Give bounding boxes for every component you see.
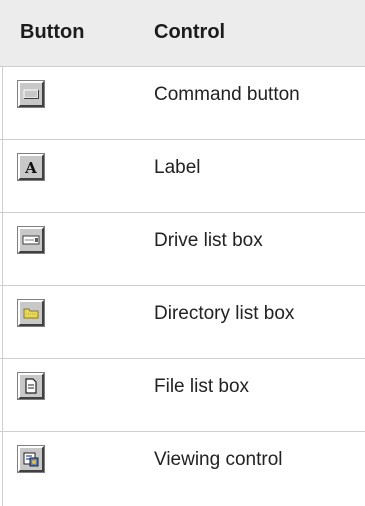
file-list-box-icon[interactable] xyxy=(17,371,45,400)
table-row: Command button xyxy=(0,66,365,140)
viewing-control-icon[interactable] xyxy=(17,444,45,473)
control-name: Label xyxy=(136,139,365,213)
header-control: Control xyxy=(136,0,365,67)
directory-list-box-icon[interactable] xyxy=(17,298,45,327)
table-row: Viewing control xyxy=(0,431,365,498)
control-name: Viewing control xyxy=(154,448,283,470)
control-name: File list box xyxy=(136,358,365,432)
table-row: Drive list box xyxy=(0,212,365,286)
control-name: Directory list box xyxy=(136,285,365,359)
label-glyph: A xyxy=(24,159,37,177)
table-row: Directory list box xyxy=(0,285,365,359)
control-reference-table: Button Control Command button A Label Dr… xyxy=(0,0,365,498)
table-row: A Label xyxy=(0,139,365,213)
table-header-row: Button Control xyxy=(0,0,365,67)
header-button: Button xyxy=(0,0,136,67)
drive-list-box-icon[interactable] xyxy=(17,225,45,254)
command-button-icon[interactable] xyxy=(17,79,45,108)
label-icon[interactable]: A xyxy=(17,152,45,181)
control-name: Drive list box xyxy=(136,212,365,286)
table-row: File list box xyxy=(0,358,365,432)
control-name: Command button xyxy=(136,66,365,140)
